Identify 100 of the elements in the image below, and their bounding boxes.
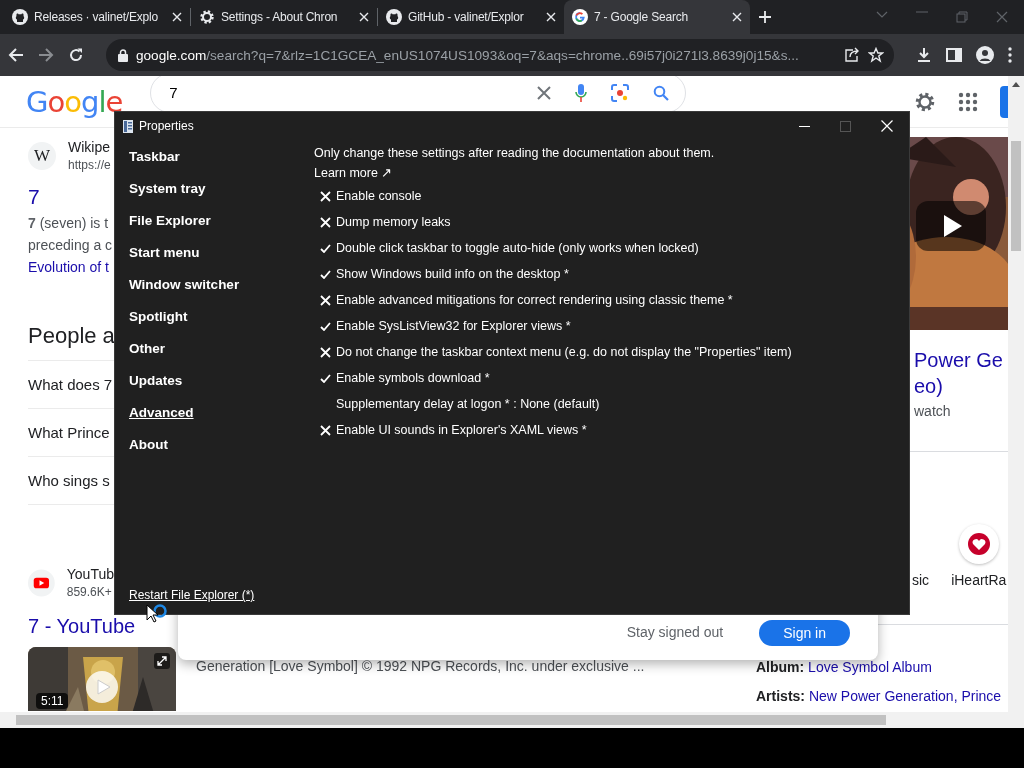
- sidebar-item[interactable]: File Explorer: [129, 212, 211, 228]
- checkmark-icon[interactable]: [320, 321, 331, 331]
- back-icon[interactable]: [8, 47, 24, 63]
- google-logo[interactable]: Google: [26, 84, 123, 119]
- sidebar-item[interactable]: Advanced: [129, 404, 194, 420]
- window-title: Properties: [139, 119, 194, 133]
- option-label[interactable]: Enable advanced mitigations for correct rendering using classic theme *: [336, 293, 733, 307]
- stay-signed-out-button[interactable]: Stay signed out: [626, 624, 728, 646]
- service-link[interactable]: sic: [912, 572, 930, 588]
- sidebar-item[interactable]: Spotlight: [129, 308, 188, 324]
- question-item[interactable]: Who sings s: [28, 472, 110, 489]
- google-icon: [572, 9, 588, 25]
- sidebar-item[interactable]: Window switcher: [129, 276, 240, 292]
- snippet-link[interactable]: Evolution of t: [28, 256, 109, 278]
- new-tab-icon[interactable]: [758, 10, 772, 24]
- search-icon[interactable]: [653, 84, 670, 101]
- cross-icon[interactable]: [320, 294, 331, 306]
- option-label[interactable]: Do not change the taskbar context menu (e.g. do not display the "Properties" item): [336, 345, 792, 359]
- microphone-icon[interactable]: [575, 83, 588, 102]
- side-panel-icon[interactable]: [946, 47, 962, 63]
- address-text: google.com/search?q=7&rlz=1C1GCEA_enUS1074US1093&oq=7&aqs=chrome..69i57j0i271l3.8639j0j15&s...: [136, 47, 800, 63]
- expand-icon[interactable]: [154, 653, 170, 669]
- checkmark-icon[interactable]: [320, 269, 331, 279]
- source-name: Wikipe: [68, 138, 110, 156]
- play-icon[interactable]: [916, 201, 986, 251]
- share-icon[interactable]: [844, 47, 860, 63]
- detail-link[interactable]: New Power Generation, Prince: [808, 688, 1002, 704]
- detail-label: Album:: [756, 659, 805, 675]
- detail-link[interactable]: Love Symbol Album: [808, 659, 932, 675]
- account-button[interactable]: [1000, 85, 1008, 118]
- busy-spinner-icon: [153, 604, 167, 618]
- lock-icon: [118, 48, 128, 62]
- browser-tab[interactable]: Releases · valinet/Explo: [4, 0, 190, 34]
- horizontal-scrollbar[interactable]: [0, 712, 1024, 728]
- download-icon[interactable]: [916, 47, 932, 63]
- video-title-link[interactable]: eo): [914, 373, 943, 399]
- chevron-down-icon[interactable]: [876, 11, 888, 19]
- service-link[interactable]: iHeartRa: [951, 572, 1007, 588]
- cross-icon[interactable]: [320, 346, 331, 358]
- checkmark-icon[interactable]: [320, 373, 331, 383]
- gear-icon: [199, 9, 215, 25]
- sign-in-button[interactable]: Sign in: [759, 620, 850, 646]
- result-title-link[interactable]: 7: [28, 182, 40, 212]
- option-label[interactable]: Show Windows build info on the desktop *: [336, 267, 569, 281]
- option-label[interactable]: Enable symbols download *: [336, 371, 490, 385]
- option-label[interactable]: Double click taskbar to toggle auto-hide (only works when locked): [336, 241, 699, 255]
- github-icon: [12, 9, 28, 25]
- option-label[interactable]: Dump memory leaks: [336, 215, 451, 229]
- source-url: https://e: [68, 157, 111, 174]
- source-name: YouTub: [66, 565, 114, 583]
- search-input[interactable]: 7: [167, 83, 538, 102]
- subscriber-count: 859.6K+: [66, 584, 112, 601]
- snippet-line: 7 (seven) is t: [28, 214, 109, 233]
- browser-tab[interactable]: 7 - Google Search: [564, 0, 750, 34]
- site-icon: W: [28, 142, 56, 170]
- menu-icon[interactable]: [1008, 47, 1012, 63]
- detail-label: Artists:: [756, 688, 805, 704]
- question-item[interactable]: What Prince: [28, 424, 110, 441]
- forward-icon[interactable]: [38, 47, 54, 63]
- star-icon[interactable]: [868, 47, 884, 63]
- settings-icon[interactable]: [914, 90, 936, 113]
- option-label[interactable]: Enable SysListView32 for Explorer views *: [336, 319, 571, 333]
- video-description: Generation [Love Symbol] © 1992 NPG Records, Inc. under exclusive ...: [196, 658, 646, 674]
- youtube-icon: [28, 569, 55, 597]
- section-heading: People a: [28, 323, 115, 348]
- sidebar-item[interactable]: Taskbar: [129, 148, 180, 164]
- sidebar-item[interactable]: Updates: [129, 372, 183, 388]
- dropdown-option[interactable]: Supplementary delay at logon * : None (default): [336, 397, 600, 411]
- video-title-link[interactable]: Power Ge: [914, 347, 1003, 373]
- result-title-link[interactable]: 7 - YouTube: [28, 613, 136, 639]
- scrollbar-thumb[interactable]: [16, 715, 886, 725]
- url-breadcrumb: watch: [914, 403, 951, 419]
- camera-lens-icon[interactable]: [611, 83, 630, 102]
- cross-icon[interactable]: [320, 216, 331, 228]
- sidebar-item[interactable]: Start menu: [129, 244, 200, 260]
- snippet-line: preceding a c: [28, 236, 113, 255]
- option-label[interactable]: Enable UI sounds in Explorer's XAML views *: [336, 423, 587, 437]
- cross-icon[interactable]: [320, 190, 331, 202]
- github-icon: [386, 9, 402, 25]
- sidebar-item[interactable]: About: [129, 436, 168, 452]
- vertical-scrollbar[interactable]: [1008, 76, 1024, 712]
- notice-text: Only change these settings after reading the documentation about them.: [314, 145, 716, 162]
- browser-tab[interactable]: Settings - About Chron: [191, 0, 377, 34]
- question-item[interactable]: What does 7: [28, 376, 113, 393]
- sidebar-item[interactable]: Other: [129, 340, 165, 356]
- restart-link[interactable]: Restart File Explorer (*): [129, 588, 255, 602]
- option-label[interactable]: Enable console: [336, 189, 422, 203]
- profile-icon[interactable]: [976, 46, 994, 64]
- clear-icon[interactable]: [537, 85, 552, 100]
- video-duration: 5:11: [36, 693, 69, 709]
- apps-grid-icon[interactable]: [958, 91, 978, 112]
- browser-tab[interactable]: GitHub - valinet/Explor: [378, 0, 564, 34]
- scrollbar-thumb[interactable]: [1011, 141, 1021, 251]
- checkmark-icon[interactable]: [320, 243, 331, 253]
- scroll-up-icon[interactable]: [1012, 82, 1020, 87]
- learn-more-link[interactable]: Learn more ↗: [314, 163, 393, 183]
- address-bar[interactable]: google.com/search?q=7&rlz=1C1GCEA_enUS1074US1093&oq=7&aqs=chrome..69i57j0i271l3.8639j0j15&s...: [106, 39, 894, 71]
- sidebar-item[interactable]: System tray: [129, 180, 206, 196]
- cross-icon[interactable]: [320, 424, 331, 436]
- reload-icon[interactable]: [68, 47, 84, 63]
